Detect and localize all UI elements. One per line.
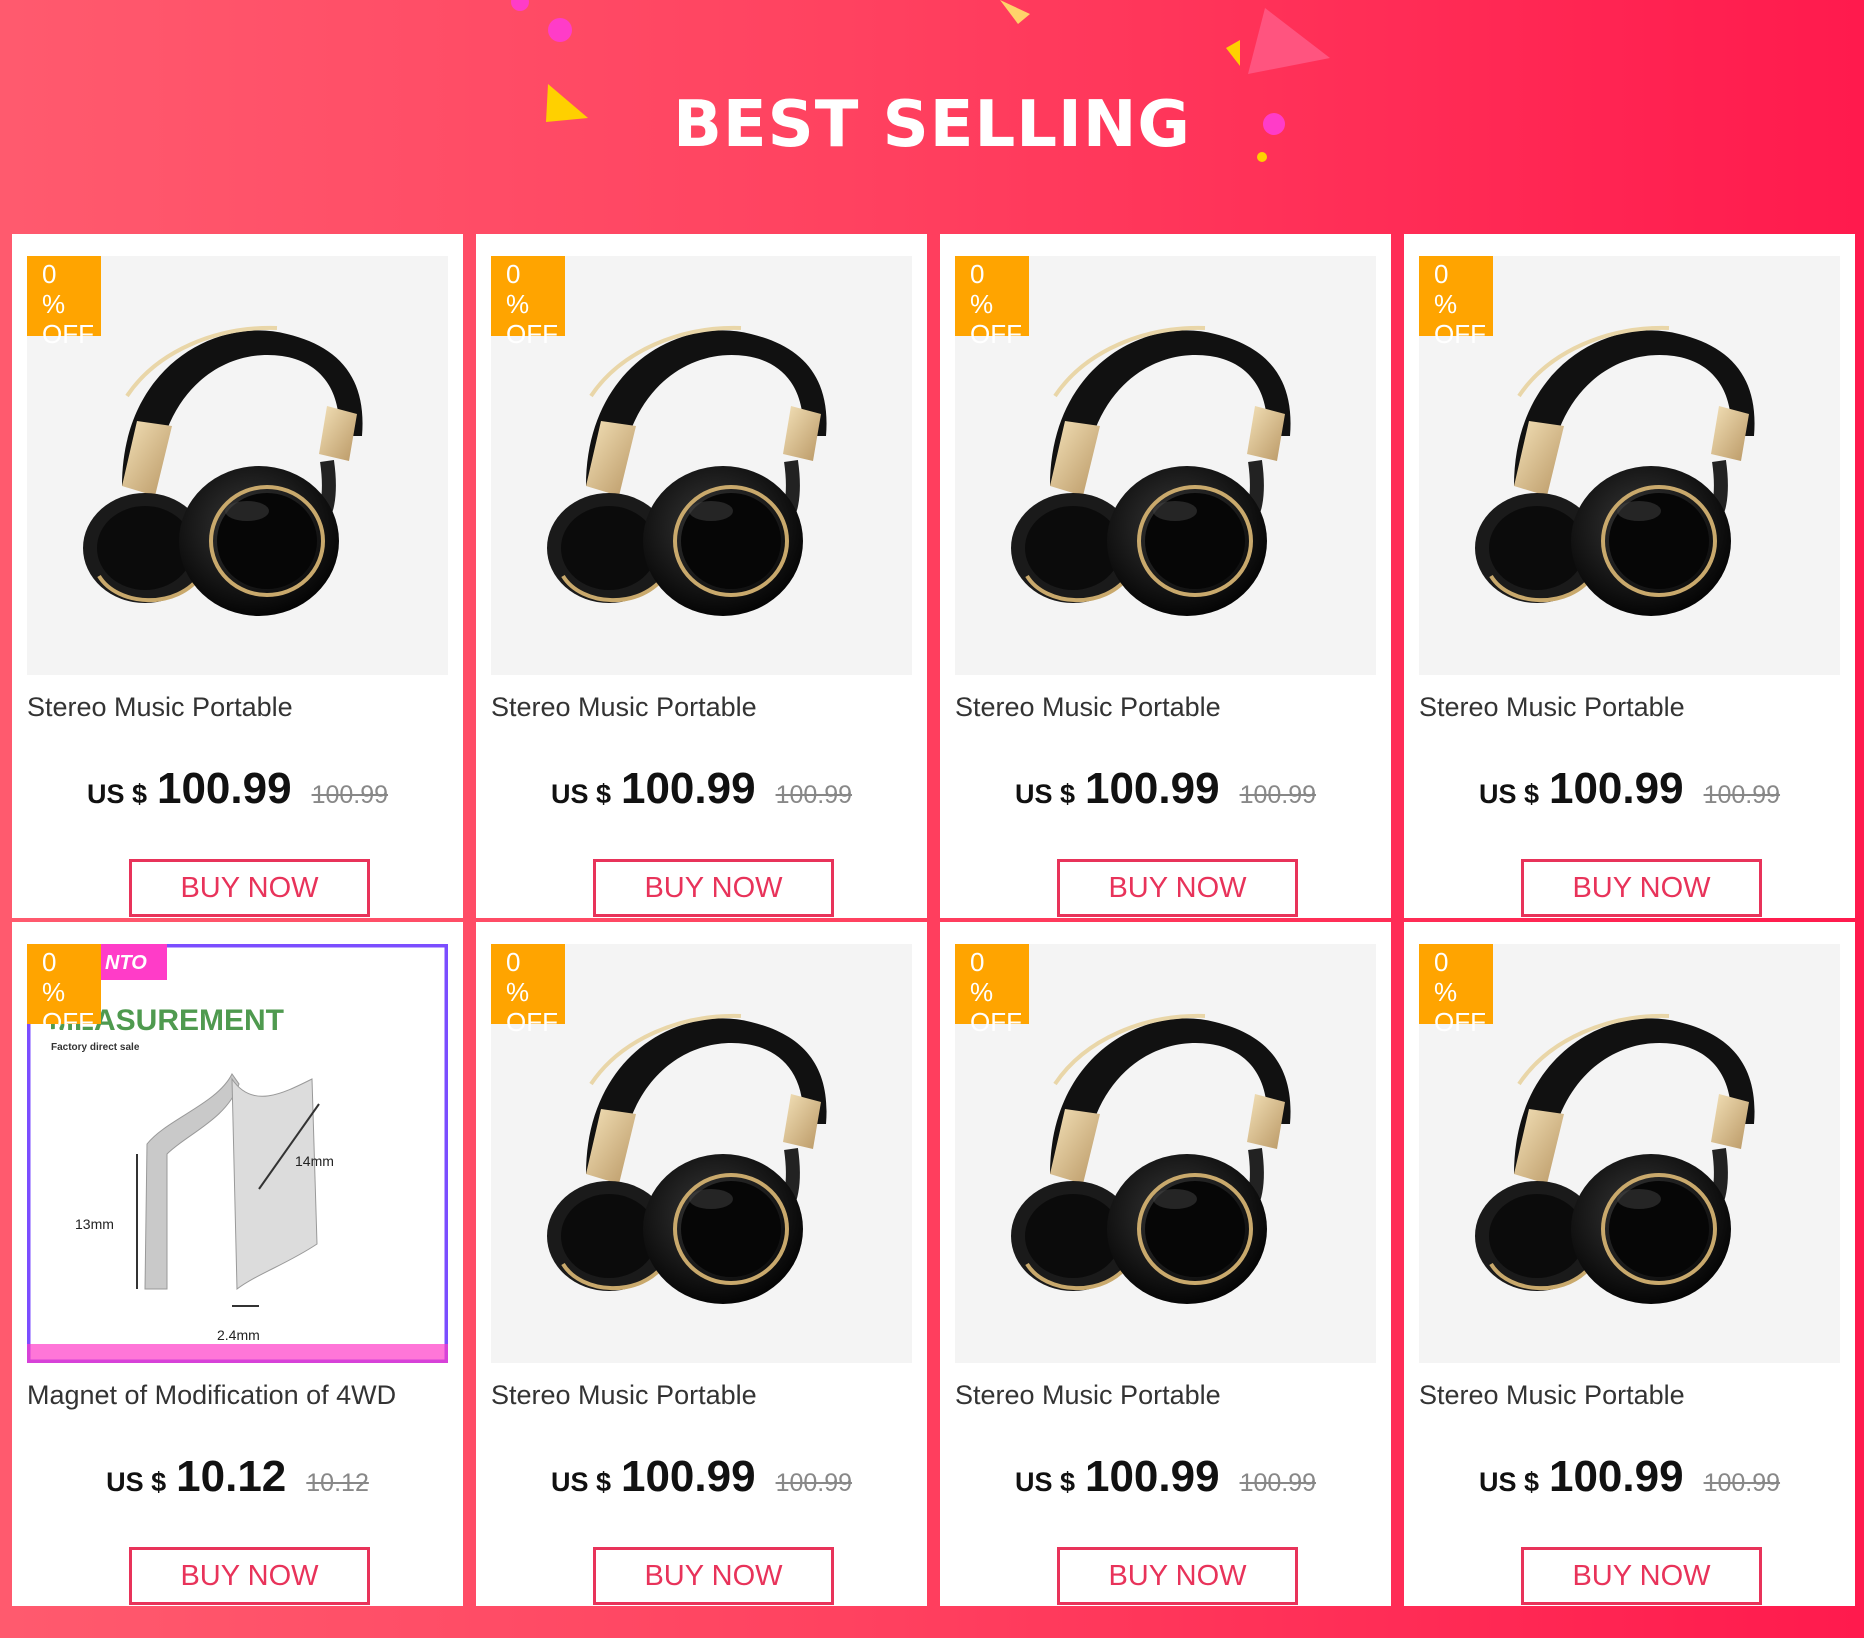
original-price: 100.99 [775,781,853,809]
product-image[interactable]: 0 % OFF [1419,944,1840,1363]
product-title[interactable]: Stereo Music Portable [1419,1380,1859,1411]
original-price: 100.99 [311,781,389,809]
buy-now-button[interactable]: BUY NOW [593,859,834,917]
price-row: US $ 100.99 100.99 [955,1452,1376,1502]
price-row: US $ 100.99 100.99 [1419,1452,1840,1502]
discount-off-label: OFF [970,1007,1022,1037]
discount-badge: 0 % OFF [955,944,1029,1037]
buy-now-button[interactable]: BUY NOW [129,859,370,917]
magnet-width-label: 14mm [295,1153,334,1169]
product-card[interactable]: 0 % OFF Stereo Music Portable US $100.99… [12,234,463,918]
discount-off-label: OFF [42,319,94,349]
price-row: US $ 100.99 100.99 [491,764,912,814]
product-image[interactable]: 0 % OFF [1419,256,1840,675]
magnet-sub-text: Factory direct sale [51,1042,140,1053]
product-card[interactable]: 0 % OFF Stereo Music Portable US $100.99… [1404,234,1855,918]
sale-price: 100.99 [620,764,756,813]
discount-off-label: OFF [506,319,558,349]
product-card[interactable]: 0 % OFF Stereo Music Portable US $100.99… [476,234,927,918]
product-title[interactable]: Stereo Music Portable [955,692,1395,723]
product-title[interactable]: Stereo Music Portable [27,692,467,723]
sale-price: 100.99 [1084,1452,1220,1501]
discount-badge: 0 % OFF [1419,256,1493,349]
currency-label: US $ [1014,1467,1075,1497]
discount-badge: 0 % OFF [491,944,565,1037]
discount-off-label: OFF [42,1007,94,1037]
original-price: 10.12 [306,1469,369,1497]
sale-price: 100.99 [156,764,292,813]
magnet-height-label: 13mm [75,1216,114,1232]
discount-percent: 0 % [970,259,1008,319]
discount-off-label: OFF [506,1007,558,1037]
currency-label: US $ [106,1467,167,1497]
buy-now-button[interactable]: BUY NOW [1521,859,1762,917]
discount-percent: 0 % [506,947,544,1007]
sale-price: 100.99 [1548,764,1684,813]
discount-percent: 0 % [42,259,80,319]
discount-off-label: OFF [1434,1007,1486,1037]
product-card[interactable]: 0 % OFF Stereo Music Portable US $100.99… [940,234,1391,918]
product-grid: 0 % OFF Stereo Music Portable US $ 100.99… [12,234,1856,1608]
buy-now-button[interactable]: BUY NOW [1521,1547,1762,1605]
product-image[interactable]: 0 % OFF [955,944,1376,1363]
discount-percent: 0 % [42,947,80,1007]
original-price: 100.99 [1239,1469,1317,1497]
buy-now-button[interactable]: BUY NOW [1057,859,1298,917]
product-image[interactable]: 0 % OFF [491,256,912,675]
original-price: 100.99 [1239,781,1317,809]
original-price: 100.99 [1703,1469,1781,1497]
price-row: US $ 100.99 100.99 [1419,764,1840,814]
price-row: US $ 100.99 100.99 [491,1452,912,1502]
discount-percent: 0 % [1434,947,1472,1007]
sale-price: 100.99 [1084,764,1220,813]
magnet-thickness-label: 2.4mm [217,1327,260,1343]
product-image[interactable]: 0 % OFF [491,944,912,1363]
currency-label: US $ [1478,779,1539,809]
discount-badge: 0 % OFF [27,944,101,1037]
sale-price: 100.99 [1548,1452,1684,1501]
currency-label: US $ [1014,779,1075,809]
section-title: BEST SELLING [673,88,1191,162]
sale-price: 100.99 [620,1452,756,1501]
banner: BEST SELLING [0,0,1864,234]
product-title[interactable]: Stereo Music Portable [491,692,931,723]
product-card[interactable]: 0 % OFF Stereo Music Portable US $100.99… [940,922,1391,1606]
discount-percent: 0 % [970,947,1008,1007]
currency-label: US $ [86,779,147,809]
discount-badge: 0 % OFF [1419,944,1493,1037]
currency-label: US $ [550,779,611,809]
product-card[interactable]: NTO MEASUREMENT Factory direct sale 13mm… [12,922,463,1606]
product-title[interactable]: Stereo Music Portable [1419,692,1859,723]
price-row: US $ 100.99 100.99 [955,764,1376,814]
price-row: US $ 100.99 100.99 [27,764,448,814]
product-card[interactable]: 0 % OFF Stereo Music Portable US $100.99… [1404,922,1855,1606]
currency-label: US $ [550,1467,611,1497]
price-row: US $ 10.12 10.12 [27,1452,448,1502]
magnet-brand-text: NTO [105,952,147,974]
sale-price: 10.12 [176,1452,287,1501]
product-title[interactable]: Stereo Music Portable [491,1380,931,1411]
product-title[interactable]: Stereo Music Portable [955,1380,1395,1411]
discount-percent: 0 % [1434,259,1472,319]
discount-percent: 0 % [506,259,544,319]
currency-label: US $ [1478,1467,1539,1497]
discount-off-label: OFF [970,319,1022,349]
product-image[interactable]: NTO MEASUREMENT Factory direct sale 13mm… [27,944,448,1363]
discount-badge: 0 % OFF [491,256,565,349]
discount-off-label: OFF [1434,319,1486,349]
product-image[interactable]: 0 % OFF [955,256,1376,675]
buy-now-button[interactable]: BUY NOW [1057,1547,1298,1605]
discount-badge: 0 % OFF [27,256,101,349]
product-image[interactable]: 0 % OFF [27,256,448,675]
buy-now-button[interactable]: BUY NOW [129,1547,370,1605]
discount-badge: 0 % OFF [955,256,1029,349]
page: BEST SELLING 0 % OFF Stereo Music Portab… [0,0,1864,1638]
buy-now-button[interactable]: BUY NOW [593,1547,834,1605]
product-title[interactable]: Magnet of Modification of 4WD [27,1380,467,1411]
original-price: 100.99 [775,1469,853,1497]
product-card[interactable]: 0 % OFF Stereo Music Portable US $100.99… [476,922,927,1606]
original-price: 100.99 [1703,781,1781,809]
